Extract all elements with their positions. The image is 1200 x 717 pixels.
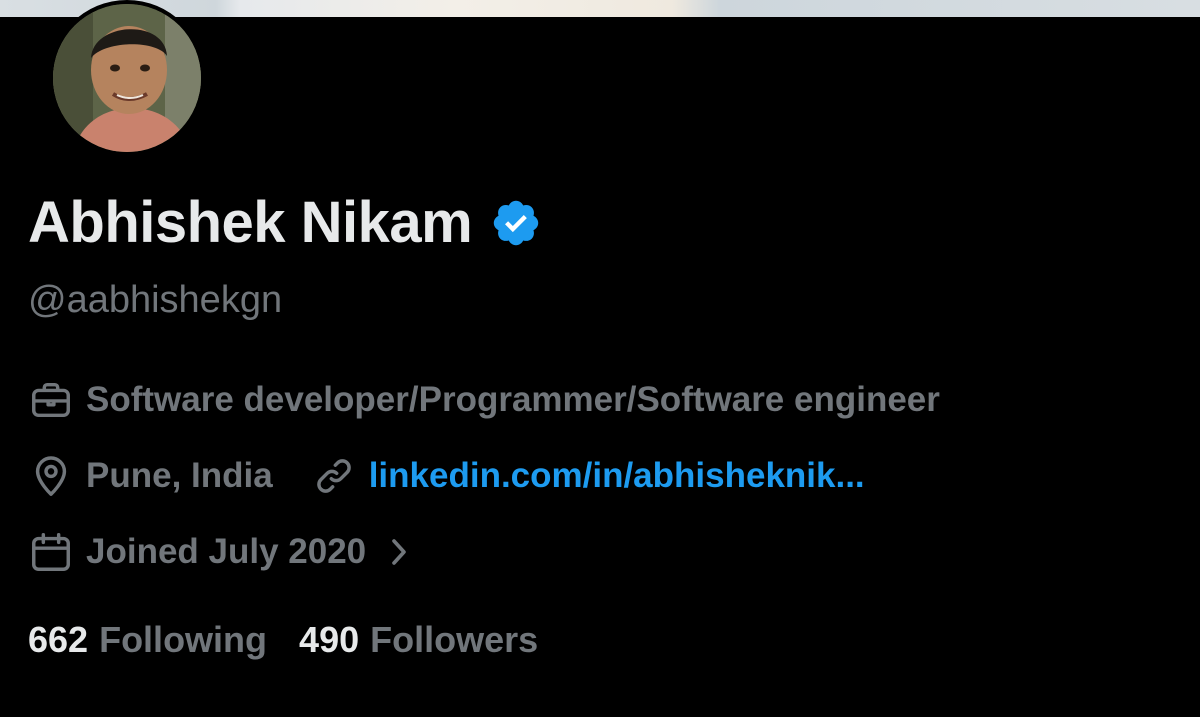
display-name: Abhishek Nikam — [28, 190, 473, 255]
avatar[interactable] — [49, 0, 205, 156]
following-label: Following — [99, 619, 268, 660]
avatar-photo — [53, 4, 201, 152]
following-link[interactable]: 662 Following — [28, 619, 267, 661]
followers-count: 490 — [299, 619, 360, 660]
following-count: 662 — [28, 619, 89, 660]
location-website-row: Pune, India linkedin.com/in/abhisheknik.… — [28, 451, 865, 501]
profession-row: Software developer/Programmer/Software e… — [28, 375, 940, 425]
followers-link[interactable]: 490 Followers — [299, 619, 538, 661]
website-link[interactable]: linkedin.com/in/abhisheknik... — [369, 456, 865, 496]
verified-badge-icon[interactable] — [490, 197, 542, 249]
calendar-icon — [28, 529, 74, 575]
profession-text: Software developer/Programmer/Software e… — [86, 380, 940, 419]
followers-label: Followers — [370, 619, 539, 660]
joined-row[interactable]: Joined July 2020 — [28, 527, 412, 577]
handle: @aabhishekgn — [28, 279, 283, 321]
profile-banner[interactable] — [0, 0, 1200, 17]
name-row: Abhishek Nikam — [28, 188, 542, 258]
link-icon — [311, 453, 357, 499]
location-pin-icon — [28, 453, 74, 499]
chevron-right-icon[interactable] — [384, 535, 412, 569]
joined-text: Joined July 2020 — [86, 532, 367, 571]
location-text: Pune, India — [86, 456, 273, 495]
briefcase-icon — [28, 377, 74, 423]
follow-stats: 662 Following 490 Followers — [28, 615, 538, 665]
